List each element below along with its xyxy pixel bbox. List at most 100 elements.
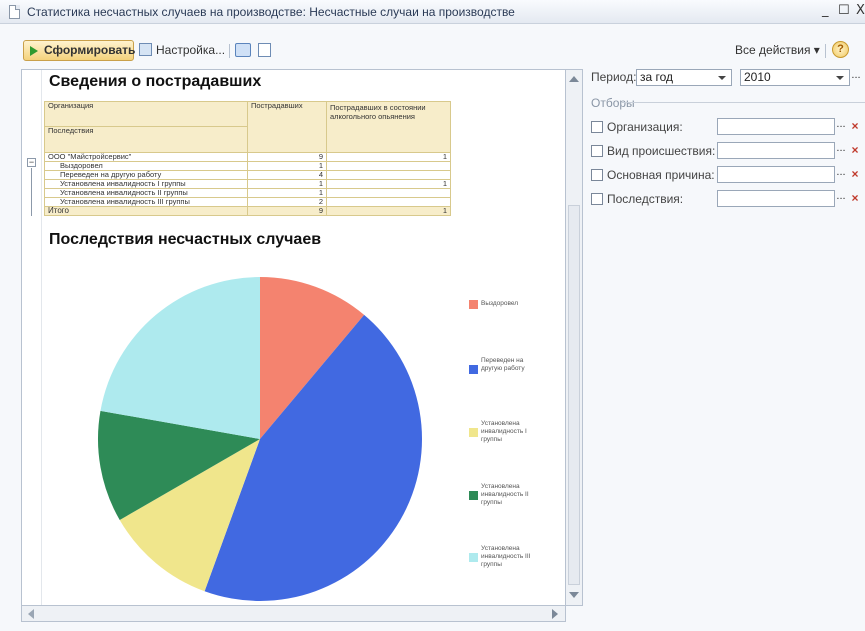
row-drunk	[326, 188, 451, 198]
legend-label: Выздоровел	[481, 300, 519, 307]
legend-label: Установлена инвалидность I группы	[481, 420, 527, 443]
filter-organization-clear-icon[interactable]: ×	[849, 118, 861, 135]
row-victims: 1	[247, 179, 327, 189]
legend-swatch	[469, 491, 478, 500]
group-line	[31, 168, 32, 216]
filter-main-cause-checkbox[interactable]	[591, 169, 603, 181]
filter-incident-type-field[interactable]	[717, 142, 835, 159]
row-drunk	[326, 161, 451, 171]
filter-organization-label: Организация:	[607, 120, 683, 134]
scroll-thumb[interactable]	[568, 205, 580, 585]
period-select[interactable]: за год	[636, 69, 732, 86]
table-row: ООО "Майстройсервис" 9 1	[44, 152, 451, 162]
filters-divider	[622, 102, 865, 103]
period-value: за год	[640, 70, 674, 84]
header-victims: Пострадавших	[247, 101, 327, 153]
row-drunk: 1	[326, 179, 451, 189]
filter-consequences-label: Последствия:	[607, 192, 684, 206]
report-variant-icon[interactable]	[258, 43, 271, 57]
filter-main-cause-field[interactable]	[717, 166, 835, 183]
filter-organization-choose-button[interactable]: ...	[834, 118, 848, 135]
header-drunk-victims: Пострадавших в состоянии алкогольного оп…	[326, 101, 451, 153]
report-window: Статистика несчастных случаев на произво…	[0, 0, 865, 631]
settings-label: Настройка...	[156, 43, 226, 57]
scroll-down-icon[interactable]	[569, 592, 579, 598]
filter-incident-type-checkbox[interactable]	[591, 145, 603, 157]
row-drunk	[326, 170, 451, 180]
filter-incident-type-clear-icon[interactable]: ×	[849, 142, 861, 159]
horizontal-scrollbar[interactable]	[21, 606, 566, 622]
period-label: Период:	[591, 70, 637, 84]
year-field[interactable]: 2010	[740, 69, 850, 86]
total-victims: 9	[247, 206, 327, 216]
toolbar: Сформировать Настройка... Все действия ▾…	[0, 36, 865, 62]
chart-title: Последствия несчастных случаев	[49, 231, 322, 248]
legend-label: Переведен на другую работу	[481, 357, 525, 372]
year-value: 2010	[744, 70, 771, 84]
filter-consequences-field[interactable]	[717, 190, 835, 207]
total-drunk: 1	[326, 206, 451, 216]
scroll-up-icon[interactable]	[569, 76, 579, 82]
filter-main-cause-choose-button[interactable]: ...	[834, 166, 848, 183]
row-victims: 2	[247, 197, 327, 207]
scroll-left-icon[interactable]	[28, 609, 34, 619]
header-organization: Организация	[44, 101, 248, 127]
play-icon	[30, 46, 38, 56]
report-title: Сведения о пострадавших	[49, 73, 262, 90]
filters-label: Отборы	[591, 96, 635, 110]
row-victims: 9	[247, 152, 327, 162]
document-icon	[9, 5, 20, 19]
filter-organization-field[interactable]	[717, 118, 835, 135]
header-consequences: Последствия	[44, 126, 248, 153]
victims-table: Организация Пострадавших Пострадавших в …	[44, 101, 451, 216]
row-victims: 1	[247, 161, 327, 171]
settings-panel: Период: за год 2010 ... Отборы Организац…	[586, 69, 865, 606]
row-drunk	[326, 197, 451, 207]
close-button[interactable]: X	[856, 3, 865, 18]
year-choose-button[interactable]: ...	[849, 69, 863, 86]
legend-label: Установлена инвалидность III группы	[481, 545, 531, 568]
row-label: Установлена инвалидность III группы	[44, 197, 248, 207]
send-email-icon[interactable]	[235, 43, 251, 57]
generate-label: Сформировать	[44, 43, 136, 57]
legend-swatch	[469, 553, 478, 562]
row-drunk: 1	[326, 152, 451, 162]
chevron-down-icon	[718, 76, 726, 80]
filter-incident-type-label: Вид происшествия:	[607, 144, 716, 158]
maximize-button[interactable]: ☐	[838, 3, 850, 18]
collapse-group-icon[interactable]: −	[27, 158, 36, 167]
legend-swatch	[469, 428, 478, 437]
filter-main-cause-label: Основная причина:	[607, 168, 715, 182]
report-area: − Сведения о пострадавших Организация По…	[21, 69, 566, 606]
filter-incident-type-choose-button[interactable]: ...	[834, 142, 848, 159]
filter-organization-checkbox[interactable]	[591, 121, 603, 133]
chevron-down-icon	[836, 76, 844, 80]
window-title: Статистика несчастных случаев на произво…	[27, 5, 515, 19]
grouping-outline: −	[22, 70, 42, 605]
filter-consequences-choose-button[interactable]: ...	[834, 190, 848, 207]
legend-swatch	[469, 365, 478, 374]
all-actions-menu[interactable]: Все действия ▾	[735, 43, 820, 57]
legend-label: Установлена инвалидность II группы	[481, 483, 529, 506]
filter-consequences-checkbox[interactable]	[591, 193, 603, 205]
legend-swatch	[469, 300, 478, 309]
total-label: Итого	[44, 206, 248, 216]
toolbar-separator	[229, 44, 230, 58]
row-victims: 1	[247, 188, 327, 198]
minimize-button[interactable]: _	[822, 3, 829, 18]
vertical-scrollbar[interactable]	[566, 69, 583, 606]
settings-button[interactable]: Настройка...	[139, 43, 225, 57]
generate-button[interactable]: Сформировать	[23, 40, 136, 61]
help-icon[interactable]: ?	[832, 41, 849, 58]
total-row: Итого 9 1	[44, 206, 451, 216]
filter-main-cause-clear-icon[interactable]: ×	[849, 166, 861, 183]
settings-icon	[139, 43, 152, 56]
filter-consequences-clear-icon[interactable]: ×	[849, 190, 861, 207]
pie-slice	[100, 277, 260, 439]
pie-chart	[97, 277, 422, 601]
toolbar-separator	[825, 44, 826, 58]
scroll-right-icon[interactable]	[552, 609, 558, 619]
row-victims: 4	[247, 170, 327, 180]
title-bar: Статистика несчастных случаев на произво…	[0, 0, 865, 24]
table-row: Установлена инвалидность III группы 2	[44, 197, 451, 207]
